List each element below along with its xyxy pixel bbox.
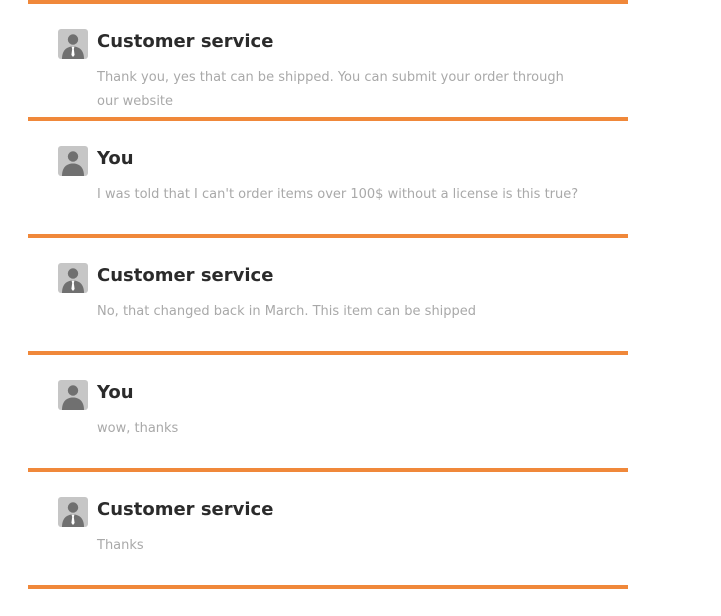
message-text: Thanks bbox=[97, 538, 144, 553]
message-text: I was told that I can't order items over… bbox=[97, 187, 579, 202]
message-author: You bbox=[97, 148, 134, 169]
message-item: You wow, thanks bbox=[28, 351, 628, 468]
message-item: Customer service No, that changed back i… bbox=[28, 234, 628, 351]
person-icon bbox=[58, 380, 88, 410]
business-person-icon bbox=[58, 29, 88, 59]
message-text: No, that changed back in March. This ite… bbox=[97, 304, 477, 319]
message-author: Customer service bbox=[97, 31, 274, 52]
message-item: Customer service Thanks bbox=[28, 468, 628, 585]
thread-divider bbox=[28, 585, 628, 589]
business-person-icon bbox=[58, 497, 88, 527]
message-author: Customer service bbox=[97, 265, 274, 286]
business-person-icon bbox=[58, 263, 88, 293]
message-author: Customer service bbox=[97, 499, 274, 520]
message-text: Thank you, yes that can be shipped. You … bbox=[97, 70, 564, 109]
message-text: wow, thanks bbox=[97, 421, 179, 436]
person-icon bbox=[58, 146, 88, 176]
message-author: You bbox=[97, 382, 134, 403]
message-thread: Customer service Thank you, yes that can… bbox=[28, 0, 628, 589]
message-item: You I was told that I can't order items … bbox=[28, 117, 628, 234]
message-item: Customer service Thank you, yes that can… bbox=[28, 0, 628, 117]
